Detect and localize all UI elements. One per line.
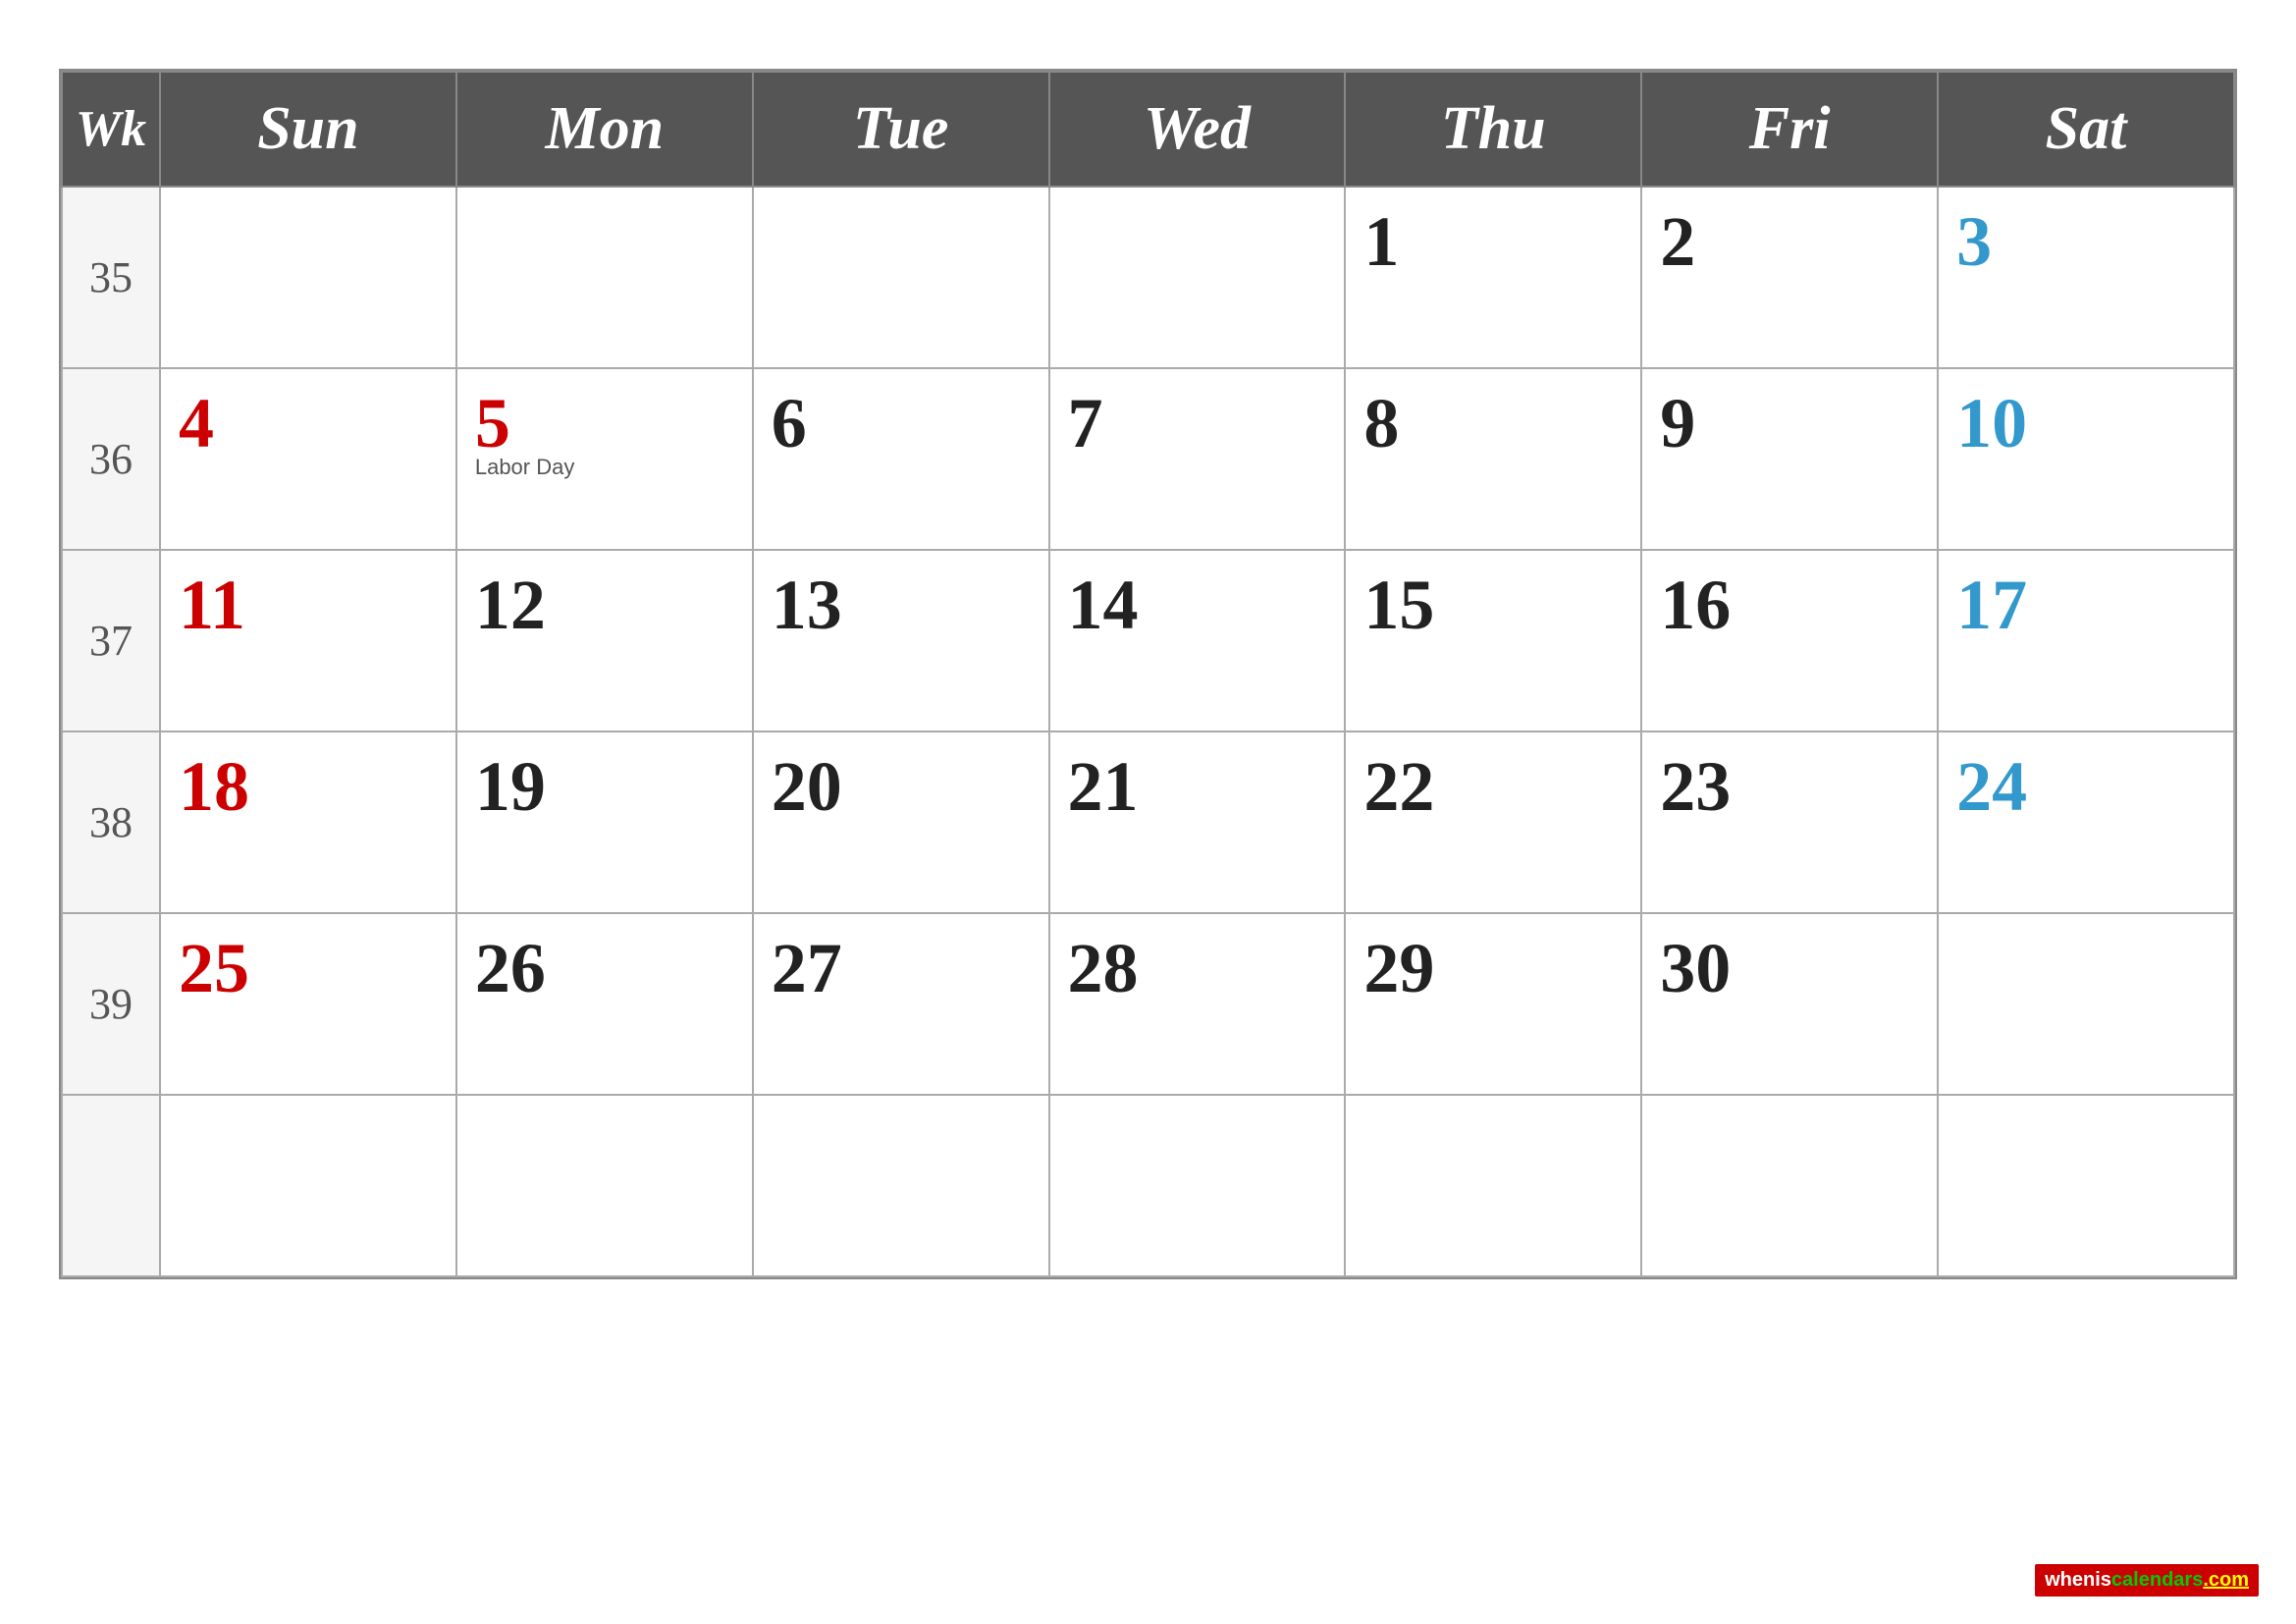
week-number: 38 — [62, 731, 160, 913]
calendar-day — [753, 187, 1049, 368]
calendar-day[interactable]: 5Labor Day — [456, 368, 753, 550]
calendar-day[interactable]: 7 — [1049, 368, 1346, 550]
calendar-day[interactable]: 9 — [1641, 368, 1938, 550]
calendar-day[interactable]: 26 — [456, 913, 753, 1095]
week-row: 35 123 — [62, 187, 2234, 368]
week-row: 39252627282930 — [62, 913, 2234, 1095]
calendar-day — [1938, 1095, 2234, 1276]
calendar-day[interactable]: 6 — [753, 368, 1049, 550]
calendar-day — [456, 187, 753, 368]
calendar-day[interactable]: 19 — [456, 731, 753, 913]
week-number: 39 — [62, 913, 160, 1095]
calendar-day[interactable]: 11 — [160, 550, 456, 731]
calendar-day[interactable]: 4 — [160, 368, 456, 550]
calendar-day — [1641, 1095, 1938, 1276]
calendar-day — [753, 1095, 1049, 1276]
week-number — [62, 1095, 160, 1276]
calendar-day — [160, 187, 456, 368]
calendar: WkSunMonTueWedThuFriSat 351233645Labor D… — [59, 69, 2237, 1279]
calendar-day — [1049, 1095, 1346, 1276]
wk-header: Wk — [62, 72, 160, 187]
calendar-day[interactable]: 13 — [753, 550, 1049, 731]
calendar-day[interactable]: 25 — [160, 913, 456, 1095]
day-header-sun: Sun — [160, 72, 456, 187]
calendar-day[interactable]: 1 — [1345, 187, 1641, 368]
calendar-day[interactable]: 16 — [1641, 550, 1938, 731]
week-number: 36 — [62, 368, 160, 550]
watermark-text: wheniscalendars.com — [2045, 1569, 2249, 1591]
day-header-mon: Mon — [456, 72, 753, 187]
day-header-thu: Thu — [1345, 72, 1641, 187]
calendar-day[interactable]: 3 — [1938, 187, 2234, 368]
calendar-day — [456, 1095, 753, 1276]
calendar-day[interactable]: 18 — [160, 731, 456, 913]
calendar-day[interactable]: 22 — [1345, 731, 1641, 913]
week-row: 3645Labor Day678910 — [62, 368, 2234, 550]
day-header-tue: Tue — [753, 72, 1049, 187]
day-header-fri: Fri — [1641, 72, 1938, 187]
calendar-day[interactable]: 24 — [1938, 731, 2234, 913]
calendar-day — [1938, 913, 2234, 1095]
calendar-day[interactable]: 15 — [1345, 550, 1641, 731]
week-row: 3818192021222324 — [62, 731, 2234, 913]
calendar-day[interactable]: 21 — [1049, 731, 1346, 913]
calendar-day[interactable]: 17 — [1938, 550, 2234, 731]
calendar-day[interactable]: 27 — [753, 913, 1049, 1095]
calendar-day[interactable]: 28 — [1049, 913, 1346, 1095]
holiday-label: Labor Day — [475, 455, 734, 480]
calendar-day[interactable]: 14 — [1049, 550, 1346, 731]
day-header-wed: Wed — [1049, 72, 1346, 187]
calendar-day[interactable]: 30 — [1641, 913, 1938, 1095]
calendar-day[interactable]: 29 — [1345, 913, 1641, 1095]
calendar-day[interactable]: 20 — [753, 731, 1049, 913]
calendar-day[interactable]: 23 — [1641, 731, 1938, 913]
week-row: 3711121314151617 — [62, 550, 2234, 731]
week-number: 37 — [62, 550, 160, 731]
week-row — [62, 1095, 2234, 1276]
calendar-day[interactable]: 12 — [456, 550, 753, 731]
calendar-day — [1345, 1095, 1641, 1276]
calendar-day[interactable]: 2 — [1641, 187, 1938, 368]
day-header-sat: Sat — [1938, 72, 2234, 187]
calendar-day — [160, 1095, 456, 1276]
calendar-day[interactable]: 10 — [1938, 368, 2234, 550]
calendar-day[interactable]: 8 — [1345, 368, 1641, 550]
watermark[interactable]: wheniscalendars.com — [2035, 1564, 2259, 1597]
week-number: 35 — [62, 187, 160, 368]
calendar-day — [1049, 187, 1346, 368]
